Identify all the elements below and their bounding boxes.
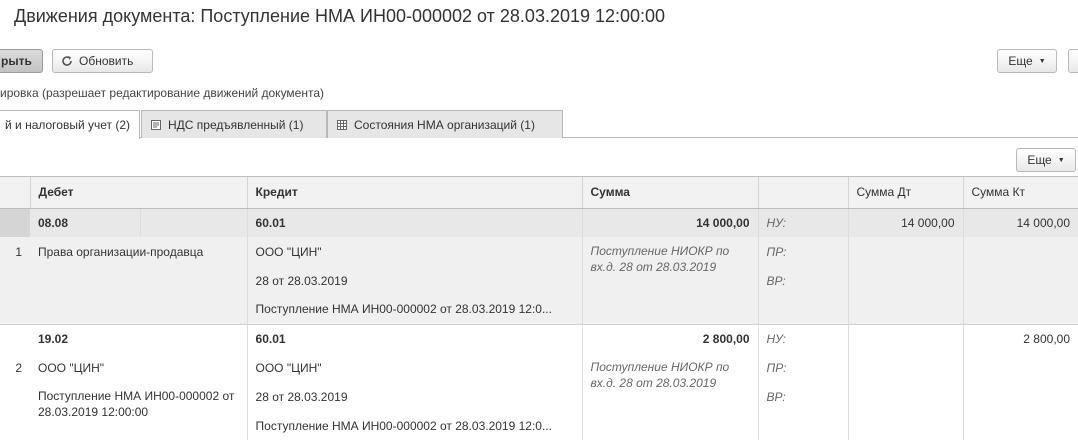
col-debet[interactable]: Дебет: [30, 177, 248, 209]
nu-label: НУ:: [758, 323, 849, 353]
kredit-subconto: 28 от 28.03.2019: [247, 382, 583, 411]
tab-vat-label: НДС предъявленный (1): [168, 117, 304, 132]
table-row[interactable]: 19.02 60.01 2 800,00 НУ: 2 800,00: [0, 323, 1078, 353]
edit-mode-label: ировка (разрешает редактирование движени…: [0, 86, 325, 100]
refresh-button[interactable]: Обновить: [52, 49, 153, 73]
table-more-button[interactable]: Еще ▼: [1016, 148, 1076, 172]
page-title: Движения документа: Поступление НМА ИН00…: [14, 6, 666, 26]
row-number: 1: [0, 237, 30, 266]
chevron-down-icon: ▼: [1038, 57, 1046, 65]
content-text: Поступление НИОКР по вх.д. 28 от 28.03.2…: [582, 237, 759, 295]
kredit-account: 60.01: [247, 208, 583, 237]
more-button[interactable]: Еще ▼: [997, 49, 1057, 73]
debet-subconto: Права организации-продавца: [30, 237, 248, 266]
table-icon: [337, 119, 347, 130]
nu-dt-value: [848, 323, 964, 353]
debet-subconto: ООО "ЦИН": [30, 353, 248, 382]
col-summa-dt[interactable]: Сумма Дт: [848, 177, 964, 209]
col-kredit[interactable]: Кредит: [247, 177, 583, 209]
table-row[interactable]: 2 ООО "ЦИН" ООО "ЦИН" Поступление НИОКР …: [0, 353, 1078, 411]
close-button-label: рыть: [1, 54, 32, 68]
table-row[interactable]: 1 Права организации-продавца ООО "ЦИН" П…: [0, 237, 1078, 295]
kredit-account: 60.01: [247, 323, 583, 353]
refresh-button-label: Обновить: [79, 54, 134, 68]
tab-nma-states[interactable]: Состояния НМА организаций (1): [327, 110, 563, 138]
kredit-subconto: ООО "ЦИН": [247, 353, 583, 382]
vr-label: ВР:: [758, 266, 849, 295]
table-row[interactable]: 08.08 60.01 14 000,00 НУ: 14 000,00 14 0…: [0, 208, 1078, 237]
pr-label: ПР:: [758, 237, 849, 266]
tab-vat[interactable]: НДС предъявленный (1): [141, 110, 327, 138]
close-button[interactable]: рыть: [0, 49, 43, 73]
pr-label: ПР:: [758, 353, 849, 382]
row-number: 2: [15, 360, 22, 375]
movements-table[interactable]: Дебет Кредит Сумма Сумма Дт Сумма Кт 08.…: [0, 176, 1078, 445]
col-accounting-type[interactable]: [758, 177, 849, 209]
debet-account: 08.08: [30, 208, 141, 237]
nu-label: НУ:: [758, 208, 849, 237]
nu-dt-value: 14 000,00: [848, 208, 964, 237]
col-num[interactable]: [0, 177, 31, 209]
kredit-subconto: Поступление НМА ИН00-000002 от 28.03.201…: [247, 295, 583, 324]
debet-account: 19.02: [30, 323, 248, 353]
table-row[interactable]: Поступление НМА ИН00-000002 от 28.03.201…: [0, 382, 1078, 440]
extra-button[interactable]: [1068, 49, 1078, 73]
summa-value: 2 800,00: [582, 323, 759, 353]
more-button-label: Еще: [1008, 54, 1033, 68]
tab-accounting-label: й и налоговый учет (2): [5, 118, 131, 132]
vr-label: ВР:: [758, 382, 849, 411]
chevron-down-icon: ▼: [1057, 156, 1065, 164]
refresh-icon: [62, 56, 72, 66]
nu-kt-value: 2 800,00: [963, 323, 1078, 353]
kredit-subconto: ООО "ЦИН": [247, 237, 583, 266]
content-text: Поступление НИОКР по вх.д. 28 от 28.03.2…: [582, 353, 759, 411]
debet-subconto: [30, 266, 248, 295]
tabs-bar: й и налоговый учет (2) НДС предъявленный…: [0, 110, 1078, 139]
table-more-button-label: Еще: [1027, 153, 1052, 167]
col-summa-kt[interactable]: Сумма Кт: [963, 177, 1078, 209]
nu-kt-value: 14 000,00: [963, 208, 1078, 237]
kredit-subconto: Поступление НМА ИН00-000002 от 28.03.201…: [247, 411, 583, 440]
table-row[interactable]: 28 от 28.03.2019 ВР:: [0, 266, 1078, 295]
tab-nma-states-label: Состояния НМА организаций (1): [354, 117, 535, 132]
document-icon: [151, 119, 161, 130]
debet-subconto: Поступление НМА ИН00-000002 от 28.03.201…: [30, 382, 248, 440]
col-summa[interactable]: Сумма: [582, 177, 759, 209]
table-row[interactable]: Поступление НМА ИН00-000002 от 28.03.201…: [0, 295, 1078, 324]
kredit-subconto: 28 от 28.03.2019: [247, 266, 583, 295]
tab-accounting[interactable]: й и налоговый учет (2): [0, 110, 140, 139]
summa-value: 14 000,00: [582, 208, 759, 237]
